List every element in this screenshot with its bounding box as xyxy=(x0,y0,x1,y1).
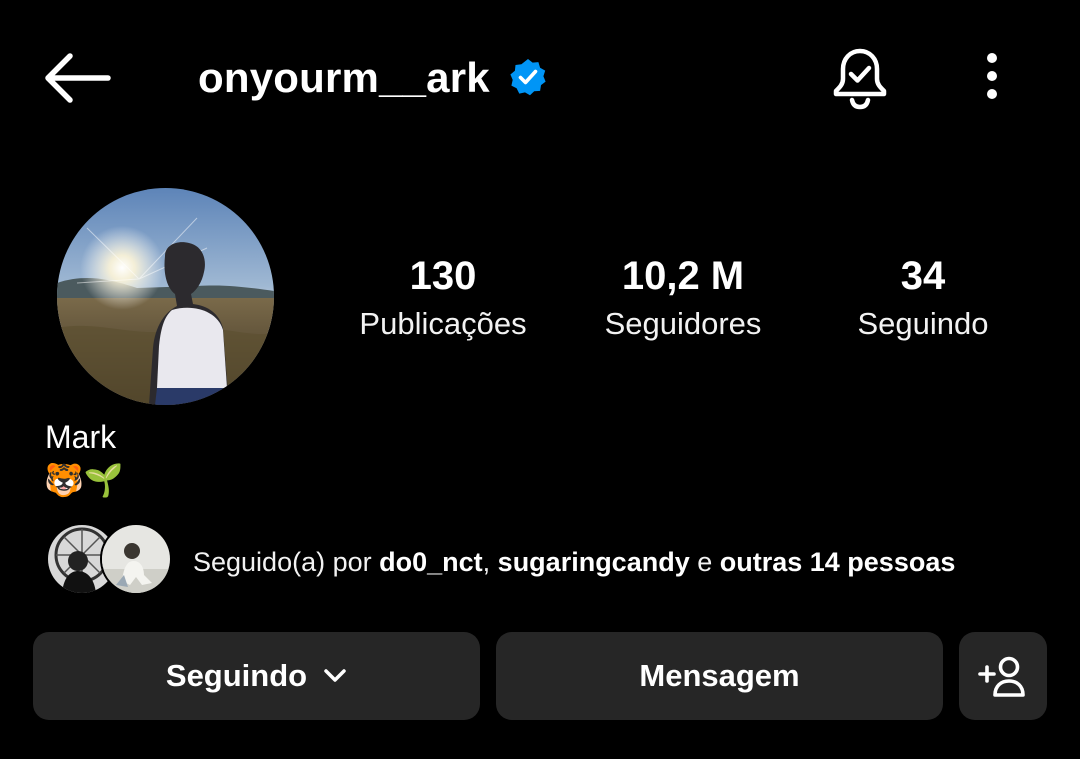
message-button-label: Mensagem xyxy=(639,658,800,693)
profile-avatar[interactable] xyxy=(57,188,274,405)
following-count[interactable]: 34 Seguindo xyxy=(823,250,1023,346)
message-button[interactable]: Mensagem xyxy=(496,632,943,720)
chevron-down-icon xyxy=(324,669,346,682)
more-options-button[interactable] xyxy=(968,48,1016,108)
mutual-conjunction: e xyxy=(689,547,720,577)
following-button-label: Seguindo xyxy=(165,658,308,693)
notifications-button[interactable] xyxy=(826,44,894,112)
following-count-label: Seguindo xyxy=(857,306,989,341)
mutual-followers-avatars[interactable] xyxy=(46,523,172,597)
bio-text: 🐯🌱 xyxy=(44,462,124,498)
mutual-prefix: Seguido(a) por xyxy=(193,547,380,577)
bell-check-icon xyxy=(833,48,887,110)
mutual-avatar-photo xyxy=(102,525,170,593)
profile-username: onyourm__ark xyxy=(198,54,490,101)
posts-count-label: Publicações xyxy=(359,306,527,341)
following-count-value: 34 xyxy=(900,254,946,298)
followers-count[interactable]: 10,2 M Seguidores xyxy=(583,250,783,346)
person-add-icon xyxy=(978,656,1025,697)
followers-count-label: Seguidores xyxy=(604,306,762,341)
back-button[interactable] xyxy=(40,50,114,106)
mutual-user-do0-nct[interactable]: do0_nct xyxy=(379,547,483,577)
mutual-separator: , xyxy=(482,547,498,577)
posts-count-value: 130 xyxy=(409,254,477,298)
mutual-others[interactable]: outras 14 pessoas xyxy=(720,547,956,577)
verified-badge-icon xyxy=(510,59,546,96)
following-button[interactable]: Seguindo xyxy=(33,632,480,720)
add-user-button[interactable] xyxy=(959,632,1047,720)
profile-photo xyxy=(57,188,274,405)
more-vertical-icon xyxy=(987,53,997,99)
arrow-left-icon xyxy=(45,53,111,103)
mutual-avatar xyxy=(100,523,172,595)
display-name: Mark xyxy=(45,419,117,455)
posts-count[interactable]: 130 Publicações xyxy=(343,250,543,346)
top-bar: onyourm__ark xyxy=(0,0,1080,150)
mutual-user-sugaringcandy[interactable]: sugaringcandy xyxy=(498,547,690,577)
mutual-followers-text[interactable]: Seguido(a) por do0_nct, sugaringcandy e … xyxy=(193,543,955,581)
followers-count-value: 10,2 M xyxy=(621,254,745,298)
